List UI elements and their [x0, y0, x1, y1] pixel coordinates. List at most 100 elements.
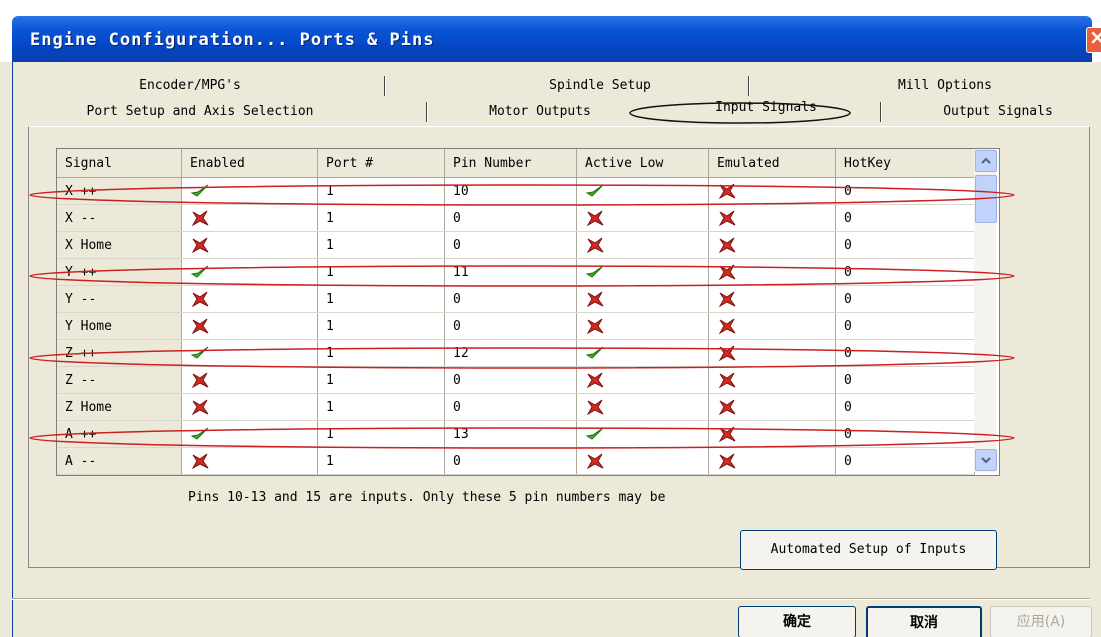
cell-hotkey[interactable]: 0	[835, 258, 975, 286]
cell-signal[interactable]: Y --	[57, 285, 182, 313]
cell-hotkey[interactable]: 0	[835, 366, 975, 394]
cell-enabled[interactable]	[181, 204, 318, 232]
cell-hotkey[interactable]: 0	[835, 177, 975, 205]
cell-port[interactable]: 1	[317, 339, 445, 367]
cell-emulated[interactable]	[708, 204, 836, 232]
cell-signal[interactable]: X ++	[57, 177, 182, 205]
cell-pin-number[interactable]: 0	[444, 447, 577, 475]
cell-hotkey[interactable]: 0	[835, 285, 975, 313]
cell-port[interactable]: 1	[317, 447, 445, 475]
cell-emulated[interactable]	[708, 366, 836, 394]
cell-enabled[interactable]	[181, 447, 318, 475]
cancel-button[interactable]: 取消	[866, 606, 982, 637]
cell-enabled[interactable]	[181, 366, 318, 394]
scroll-up-button[interactable]	[975, 150, 997, 172]
tab-encoder-mpgs[interactable]: Encoder/MPG's	[80, 74, 300, 98]
ok-button[interactable]: 确定	[738, 606, 856, 637]
cell-enabled[interactable]	[181, 393, 318, 421]
cell-enabled[interactable]	[181, 312, 318, 340]
cell-pin-number[interactable]: 0	[444, 366, 577, 394]
tab-input-signals[interactable]: Input Signals	[696, 96, 836, 120]
tab-spindle-setup[interactable]: Spindle Setup	[500, 74, 700, 98]
cell-hotkey[interactable]: 0	[835, 204, 975, 232]
cell-signal[interactable]: Z ++	[57, 339, 182, 367]
cell-enabled[interactable]	[181, 420, 318, 448]
tab-motor-outputs[interactable]: Motor Outputs	[460, 100, 620, 124]
cell-emulated[interactable]	[708, 339, 836, 367]
vertical-scrollbar[interactable]	[974, 149, 997, 472]
cell-pin-number[interactable]: 0	[444, 285, 577, 313]
cell-signal[interactable]: A ++	[57, 420, 182, 448]
cell-hotkey[interactable]: 0	[835, 231, 975, 259]
cell-active-low[interactable]	[576, 420, 709, 448]
cell-emulated[interactable]	[708, 312, 836, 340]
cell-pin-number[interactable]: 12	[444, 339, 577, 367]
cell-port[interactable]: 1	[317, 258, 445, 286]
cell-active-low[interactable]	[576, 339, 709, 367]
cell-emulated[interactable]	[708, 420, 836, 448]
cell-port[interactable]: 1	[317, 312, 445, 340]
cell-active-low[interactable]	[576, 231, 709, 259]
cell-signal[interactable]: Y Home	[57, 312, 182, 340]
cell-pin-number[interactable]: 11	[444, 258, 577, 286]
table-row[interactable]: Y -- 1 0 0	[57, 285, 975, 313]
cell-active-low[interactable]	[576, 204, 709, 232]
automated-setup-button[interactable]: Automated Setup of Inputs	[740, 530, 997, 570]
cell-hotkey[interactable]: 0	[835, 447, 975, 475]
cell-active-low[interactable]	[576, 366, 709, 394]
cell-signal[interactable]: A --	[57, 447, 182, 475]
cell-enabled[interactable]	[181, 177, 318, 205]
cell-hotkey[interactable]: 0	[835, 420, 975, 448]
cell-port[interactable]: 1	[317, 204, 445, 232]
cell-emulated[interactable]	[708, 447, 836, 475]
cell-emulated[interactable]	[708, 177, 836, 205]
cell-enabled[interactable]	[181, 285, 318, 313]
cell-port[interactable]: 1	[317, 285, 445, 313]
cell-pin-number[interactable]: 10	[444, 177, 577, 205]
cell-port[interactable]: 1	[317, 420, 445, 448]
cell-pin-number[interactable]: 0	[444, 312, 577, 340]
cell-pin-number[interactable]: 0	[444, 393, 577, 421]
cell-enabled[interactable]	[181, 231, 318, 259]
cell-emulated[interactable]	[708, 231, 836, 259]
cell-active-low[interactable]	[576, 258, 709, 286]
cell-port[interactable]: 1	[317, 177, 445, 205]
cell-signal[interactable]: Z --	[57, 366, 182, 394]
scroll-down-button[interactable]	[975, 449, 997, 471]
cell-pin-number[interactable]: 13	[444, 420, 577, 448]
cell-emulated[interactable]	[708, 258, 836, 286]
table-row[interactable]: Y Home 1 0 0	[57, 312, 975, 340]
cell-signal[interactable]: Y ++	[57, 258, 182, 286]
cell-active-low[interactable]	[576, 393, 709, 421]
tab-mill-options[interactable]: Mill Options	[860, 74, 1030, 98]
table-row[interactable]: Y ++ 1 11 0	[57, 258, 975, 286]
cell-pin-number[interactable]: 0	[444, 231, 577, 259]
table-row[interactable]: A ++ 1 13 0	[57, 420, 975, 448]
cell-hotkey[interactable]: 0	[835, 393, 975, 421]
table-row[interactable]: Z -- 1 0 0	[57, 366, 975, 394]
table-row[interactable]: X ++ 1 10 0	[57, 177, 975, 205]
cell-emulated[interactable]	[708, 285, 836, 313]
table-row[interactable]: Z ++ 1 12 0	[57, 339, 975, 367]
close-icon[interactable]	[1086, 25, 1101, 53]
cell-active-low[interactable]	[576, 285, 709, 313]
cell-signal[interactable]: X Home	[57, 231, 182, 259]
cell-emulated[interactable]	[708, 393, 836, 421]
cell-active-low[interactable]	[576, 312, 709, 340]
table-row[interactable]: X -- 1 0 0	[57, 204, 975, 232]
cell-port[interactable]: 1	[317, 231, 445, 259]
table-row[interactable]: A -- 1 0 0	[57, 447, 975, 475]
cell-enabled[interactable]	[181, 258, 318, 286]
cell-port[interactable]: 1	[317, 393, 445, 421]
table-row[interactable]: Z Home 1 0 0	[57, 393, 975, 421]
cell-port[interactable]: 1	[317, 366, 445, 394]
cell-active-low[interactable]	[576, 447, 709, 475]
cell-active-low[interactable]	[576, 177, 709, 205]
cell-pin-number[interactable]: 0	[444, 204, 577, 232]
cell-signal[interactable]: Z Home	[57, 393, 182, 421]
table-row[interactable]: X Home 1 0 0	[57, 231, 975, 259]
scroll-thumb[interactable]	[975, 175, 997, 223]
tab-output-signals[interactable]: Output Signals	[918, 100, 1078, 124]
cell-hotkey[interactable]: 0	[835, 312, 975, 340]
input-signals-grid[interactable]: Signal Enabled Port # Pin Number Active …	[56, 148, 1000, 476]
